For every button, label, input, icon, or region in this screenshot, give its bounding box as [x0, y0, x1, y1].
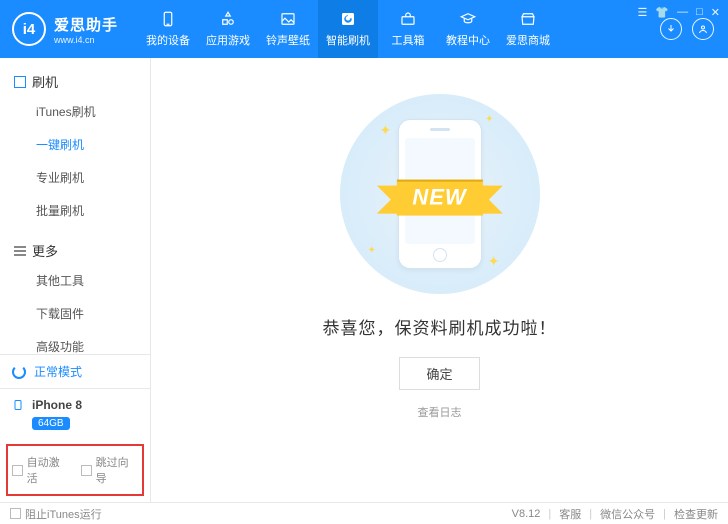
phone-icon	[12, 397, 24, 413]
menu-button[interactable]: ☰	[638, 6, 648, 19]
square-icon	[14, 76, 26, 88]
close-button[interactable]: ✕	[711, 6, 720, 19]
window-controls: ☰ 👕 — □ ✕	[638, 6, 720, 19]
checkbox-skip-guide[interactable]: 跳过向导	[81, 454, 138, 486]
support-link[interactable]: 客服	[559, 506, 581, 522]
logo-badge: i4	[12, 12, 46, 46]
tab-my-device[interactable]: 我的设备	[138, 0, 198, 58]
sparkle-icon: ✦	[380, 122, 392, 139]
spinner-icon	[12, 365, 26, 379]
sidebar-section-more: 更多	[0, 237, 150, 264]
success-illustration: ✦ ✦ ✦ ✦ NEW	[340, 94, 540, 294]
refresh-icon	[339, 10, 357, 28]
sidebar: 刷机 iTunes刷机 一键刷机 专业刷机 批量刷机 更多 其他工具 下载固件 …	[0, 58, 151, 502]
user-button[interactable]	[692, 18, 714, 40]
tab-label: 铃声壁纸	[266, 32, 310, 48]
brand-site: www.i4.cn	[54, 35, 118, 45]
tab-label: 应用游戏	[206, 32, 250, 48]
device-mode-status[interactable]: 正常模式	[0, 354, 150, 388]
tab-toolbox[interactable]: 工具箱	[378, 0, 438, 58]
sidebar-item-batch-flash[interactable]: 批量刷机	[0, 194, 150, 227]
store-icon	[519, 10, 537, 28]
sidebar-item-itunes-flash[interactable]: iTunes刷机	[0, 95, 150, 128]
checkbox-block-itunes[interactable]: 阻止iTunes运行	[10, 506, 102, 522]
sidebar-item-pro-flash[interactable]: 专业刷机	[0, 161, 150, 194]
status-bar: 阻止iTunes运行 V8.12| 客服| 微信公众号| 检查更新	[0, 502, 728, 524]
device-name: iPhone 8	[32, 398, 82, 412]
phone-icon	[159, 10, 177, 28]
download-button[interactable]	[660, 18, 682, 40]
graduation-icon	[459, 10, 477, 28]
sidebar-item-download-firmware[interactable]: 下载固件	[0, 297, 150, 330]
success-message: 恭喜您，保资料刷机成功啦！	[323, 314, 557, 339]
tab-label: 我的设备	[146, 32, 190, 48]
sparkle-icon: ✦	[488, 253, 500, 270]
tab-store[interactable]: 爱思商城	[498, 0, 558, 58]
sidebar-item-advanced[interactable]: 高级功能	[0, 330, 150, 354]
sidebar-item-oneclick-flash[interactable]: 一键刷机	[0, 128, 150, 161]
apps-icon	[219, 10, 237, 28]
maximize-button[interactable]: □	[696, 6, 703, 19]
skin-button[interactable]: 👕	[655, 6, 669, 19]
sidebar-section-flash: 刷机	[0, 68, 150, 95]
hamburger-icon	[14, 246, 26, 256]
user-icon	[697, 23, 709, 35]
title-bar: i4 爱思助手 www.i4.cn 我的设备 应用游戏 铃声壁纸 智能刷机 工具…	[0, 0, 728, 58]
tab-label: 爱思商城	[506, 32, 550, 48]
brand-name: 爱思助手	[54, 14, 118, 35]
tab-label: 教程中心	[446, 32, 490, 48]
view-log-link[interactable]: 查看日志	[418, 404, 462, 420]
toolbox-icon	[399, 10, 417, 28]
check-update-link[interactable]: 检查更新	[674, 506, 718, 522]
sparkle-icon: ✦	[485, 114, 493, 125]
device-info[interactable]: iPhone 8 64GB	[0, 388, 150, 438]
tab-label: 智能刷机	[326, 32, 370, 48]
tab-tutorials[interactable]: 教程中心	[438, 0, 498, 58]
minimize-button[interactable]: —	[677, 6, 688, 19]
tab-ringtones[interactable]: 铃声壁纸	[258, 0, 318, 58]
flash-options-highlighted: 自动激活 跳过向导	[6, 444, 144, 496]
confirm-button[interactable]: 确定	[399, 357, 479, 390]
checkbox-auto-activate[interactable]: 自动激活	[12, 454, 69, 486]
wechat-link[interactable]: 微信公众号	[600, 506, 655, 522]
version-label: V8.12	[512, 508, 541, 520]
new-ribbon: NEW	[396, 180, 482, 216]
download-icon	[665, 23, 677, 35]
mode-label: 正常模式	[34, 363, 82, 380]
image-icon	[279, 10, 297, 28]
main-tabs: 我的设备 应用游戏 铃声壁纸 智能刷机 工具箱 教程中心 爱思商城	[138, 0, 558, 58]
tab-label: 工具箱	[392, 32, 425, 48]
sparkle-icon: ✦	[368, 245, 376, 256]
tab-apps[interactable]: 应用游戏	[198, 0, 258, 58]
tab-flash[interactable]: 智能刷机	[318, 0, 378, 58]
capacity-badge: 64GB	[32, 417, 70, 430]
main-content: ✦ ✦ ✦ ✦ NEW 恭喜您，保资料刷机成功啦！ 确定 查看日志	[151, 58, 728, 502]
sidebar-item-other-tools[interactable]: 其他工具	[0, 264, 150, 297]
app-logo: i4 爱思助手 www.i4.cn	[0, 12, 138, 46]
